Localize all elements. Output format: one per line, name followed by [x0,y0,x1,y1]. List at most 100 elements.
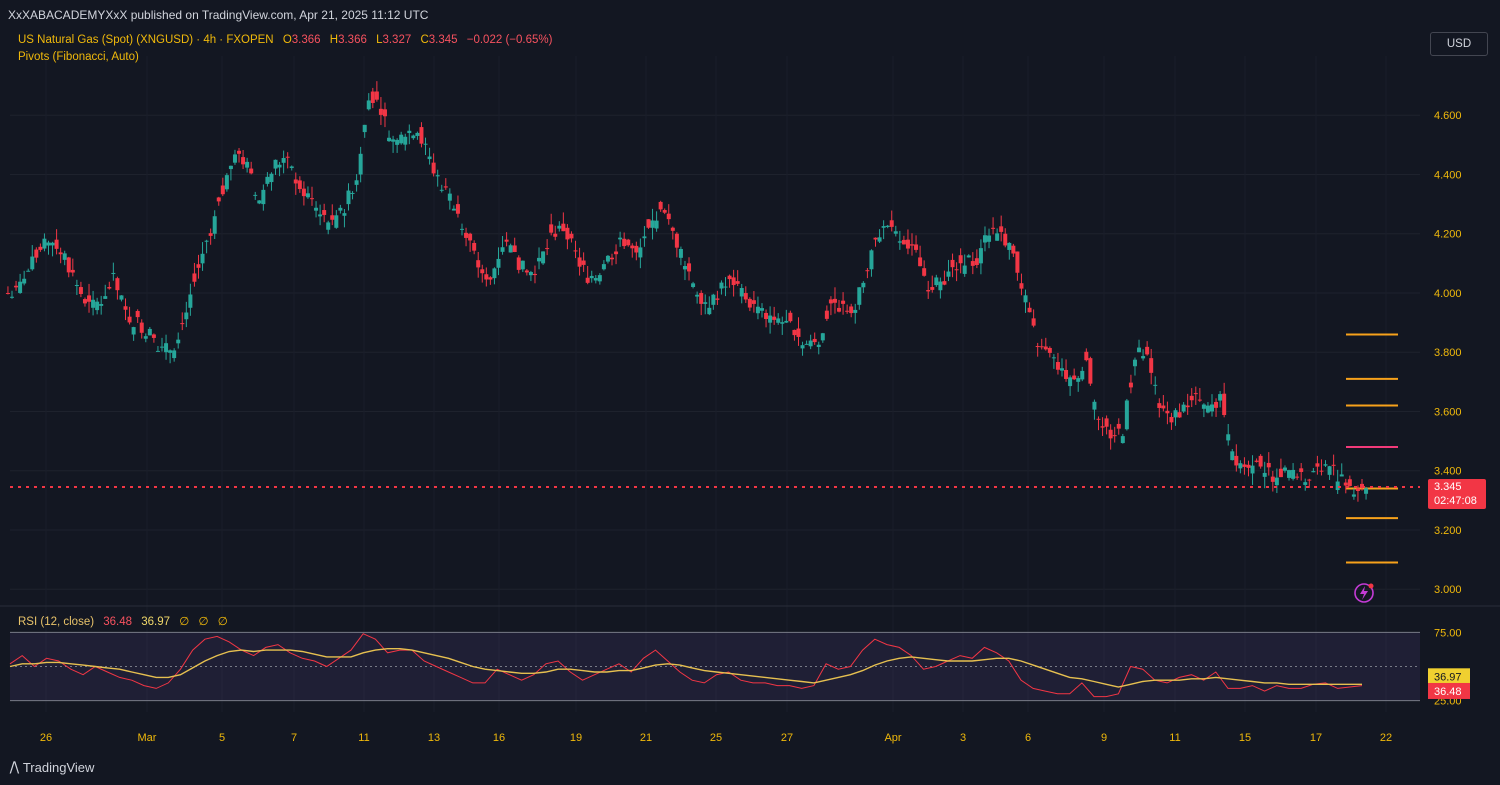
candle-body [820,333,825,341]
candle-body [678,248,683,258]
candle-body [151,334,156,338]
chart-canvas[interactable]: 3.345 02:47:08 3.000 3.200 3.400 3.600 3.800 4… [0,0,1500,785]
candle-body [1047,347,1052,353]
candle-body [1137,347,1142,353]
candle-body [301,188,306,197]
rsi-legend[interactable]: RSI (12, close) 36.48 36.97 ∅ ∅ ∅ [18,614,228,628]
candle-body [1027,307,1032,313]
candle-body [662,210,667,213]
price-tick-label: 4.400 [1434,169,1462,181]
candle-body [472,242,477,251]
candle-body [228,165,233,170]
candle-body [237,150,242,154]
candle-body [573,250,578,252]
candle-body [520,260,525,270]
candle-body [691,283,696,288]
candle-body [1278,468,1283,478]
candle-body [687,263,692,272]
candle-body [476,260,481,268]
candle-body [1092,401,1097,410]
candle-body [62,253,67,260]
candle-body [208,233,213,236]
candle-body [982,235,987,243]
candle-body [338,207,343,211]
price-tick-label: 4.000 [1434,288,1462,300]
candle-body [930,287,935,290]
candle-body [605,255,610,262]
candle-body [139,322,144,333]
candle-body [739,288,744,297]
candle-body [285,156,290,158]
candle-body [553,233,558,237]
candle-body [926,290,931,292]
candle-body [877,237,882,242]
candle-body [496,258,501,268]
candle-body [1161,405,1166,409]
candle-body [650,220,655,228]
price-axis: 3.000 3.200 3.400 3.600 3.800 4.000 4.200 4.400… [1434,110,1462,596]
candle-body [1295,476,1300,478]
time-tick-label: 6 [1025,732,1031,744]
candle-body [196,264,201,268]
candle-body [1015,251,1020,273]
candle-body [1351,494,1356,497]
candle-body [905,239,910,249]
candle-body [399,134,404,144]
candle-body [1287,470,1292,478]
candle-body [1258,455,1263,467]
candle-body [1096,418,1101,420]
candle-body [265,176,270,184]
candle-body [1355,488,1360,491]
lightning-icon[interactable] [1354,583,1374,603]
candle-body [1197,399,1202,401]
candle-body [119,295,124,300]
candle-body [1262,472,1267,477]
candle-body [1003,233,1008,246]
candle-body [682,266,687,270]
candle-body [910,244,914,246]
price-tick-label: 3.600 [1434,406,1462,418]
candle-body [987,235,992,242]
pivot-lines [1346,333,1398,564]
candle-body [614,251,619,255]
candle-body [1177,412,1182,418]
price-tick-label: 3.400 [1434,466,1462,478]
candle-body [841,300,846,304]
candle-body [407,130,412,134]
candle-body [707,307,712,315]
candle-body [1218,394,1223,401]
candle-body [1230,451,1235,461]
candle-body [1266,462,1271,468]
close-value: 3.345 [428,34,458,46]
candle-body [22,278,27,284]
candle-body [468,233,473,241]
price-tick-label: 3.800 [1434,347,1462,359]
candle-body [938,281,943,291]
pivots-legend[interactable]: Pivots (Fibonacci, Auto) [18,51,139,63]
open-label: O [282,34,292,46]
candle-body [322,210,327,215]
candle-body [1031,318,1036,326]
candle-body [711,294,716,305]
candle-body [991,227,996,229]
candle-body [1339,474,1344,477]
price-tick-label: 3.000 [1434,584,1462,596]
candle-body [934,277,939,286]
last-price-countdown: 02:47:08 [1434,495,1477,507]
time-tick-label: 26 [40,732,52,744]
candle-body [168,350,173,353]
candle-body [946,271,951,277]
footer-brand[interactable]: ⧸⧹ TradingView [10,760,94,776]
candle-body [585,277,590,283]
candle-body [545,248,550,250]
candle-body [541,251,546,264]
candle-body [1068,377,1073,387]
candle-body [646,219,651,228]
rsi-legend-value: 36.48 [103,616,133,628]
time-tick-label: 11 [358,732,369,744]
candle-body [764,312,769,319]
symbol-legend[interactable]: US Natural Gas (Spot) (XNGUSD) · 4h · FX… [18,34,552,46]
candle-body [1088,358,1093,384]
currency-button[interactable]: USD [1430,32,1488,56]
candle-body [601,264,606,270]
